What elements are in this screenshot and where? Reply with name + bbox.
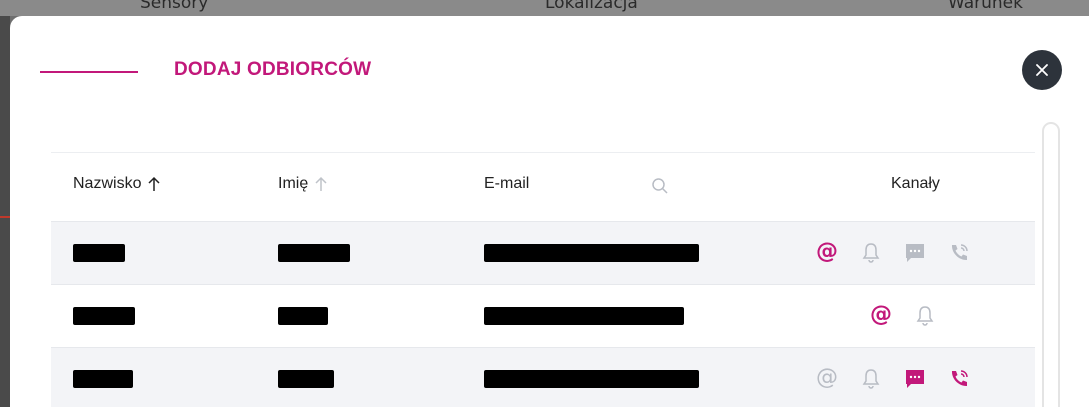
email-redacted [484,307,684,325]
table-row[interactable]: @ [51,221,1035,284]
bell-icon [862,243,880,263]
channel-email-toggle[interactable]: @ [815,366,839,390]
title-decoration-line [40,71,138,73]
column-header-imie[interactable]: Imię [278,175,328,193]
channel-push-toggle[interactable] [859,241,883,265]
at-icon: @ [870,302,892,327]
phone-icon [951,244,968,261]
table-row[interactable]: @ [51,284,1035,347]
column-header-kanaly: Kanały [891,175,940,193]
phone-icon [951,370,968,387]
table-row[interactable]: @ [51,347,1035,407]
sort-ascending-icon [148,176,160,191]
backdrop-table-header: Sensory Lokalizacja Warunek [0,0,1089,16]
column-label: Kanały [891,175,940,192]
first-name-redacted [278,370,334,388]
backdrop-col-sensory: Sensory [140,0,209,13]
last-name-redacted [73,370,133,388]
first-name-redacted [278,307,328,325]
table-header: Nazwisko Imię E-mail Kanały [51,152,1035,221]
email-redacted [484,244,699,262]
channel-push-toggle[interactable] [913,304,937,328]
backdrop-col-lokalizacja: Lokalizacja [545,0,638,13]
email-search-button[interactable] [651,177,669,195]
channel-email-toggle[interactable]: @ [869,303,893,327]
last-name-redacted [73,307,135,325]
close-button[interactable] [1022,50,1062,90]
add-recipients-modal: DODAJ ODBIORCÓW Nazwisko Imię E-mail Kan… [10,16,1089,407]
column-header-email[interactable]: E-mail [484,175,529,193]
message-icon [906,370,924,388]
channel-phone-toggle[interactable] [947,241,971,265]
bell-icon [862,369,880,389]
close-icon [1036,64,1048,76]
search-icon [652,178,668,194]
scrollbar[interactable] [1042,122,1060,407]
channel-phone-toggle[interactable] [947,367,971,391]
channel-sms-toggle[interactable] [903,241,927,265]
email-redacted [484,370,699,388]
recipients-table: Nazwisko Imię E-mail Kanały @ @ @ [51,152,1035,407]
channel-push-toggle[interactable] [859,367,883,391]
at-icon: @ [816,239,838,264]
at-icon: @ [816,365,838,390]
sort-ascending-icon [315,176,327,191]
backdrop-col-warunek: Warunek [948,0,1023,13]
modal-title: DODAJ ODBIORCÓW [174,59,372,80]
backdrop-left-edge [0,16,10,407]
bell-icon [916,306,934,326]
message-icon [906,244,924,262]
column-label: Imię [278,175,309,192]
channel-email-toggle[interactable]: @ [815,240,839,264]
column-label: Nazwisko [73,175,142,192]
column-label: E-mail [484,175,530,192]
column-header-nazwisko[interactable]: Nazwisko [73,175,161,193]
last-name-redacted [73,244,125,262]
first-name-redacted [278,244,350,262]
channel-sms-toggle[interactable] [903,367,927,391]
